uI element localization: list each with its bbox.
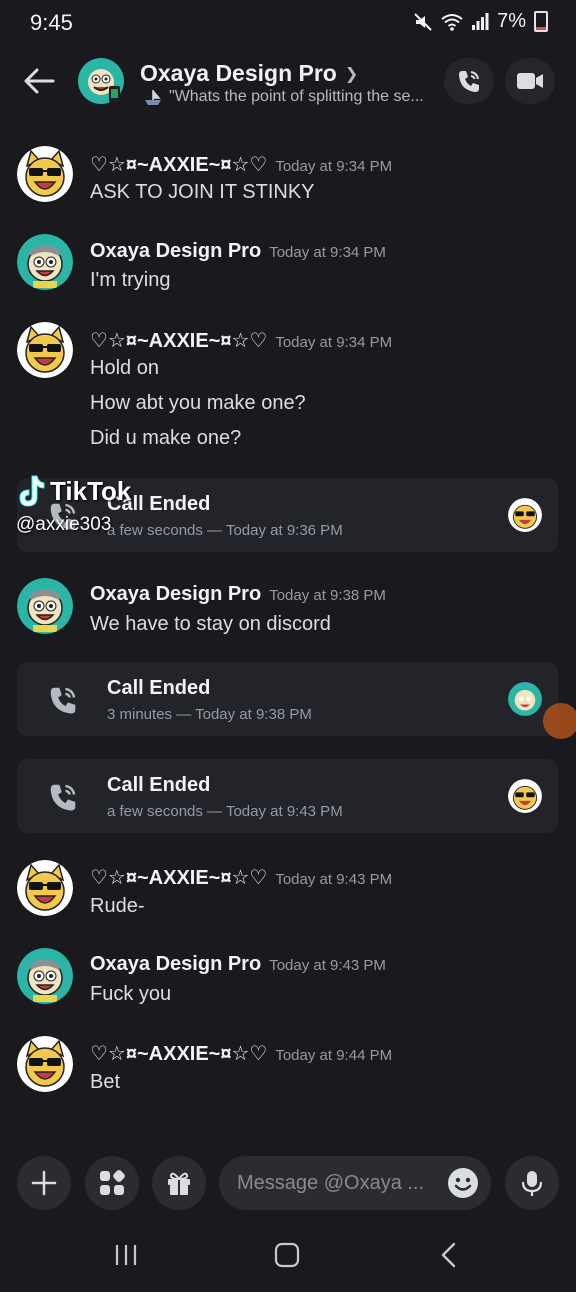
system-nav-bar: [0, 1226, 576, 1284]
call-ended-card[interactable]: Call Ended a few seconds — Today at 9:43…: [17, 759, 558, 833]
message-author-line: ♡☆¤~AXXIE~¤☆♡ Today at 9:43 PM: [90, 865, 392, 890]
phone-call-icon: [50, 784, 76, 811]
call-ended-card[interactable]: Call Ended 3 minutes — Today at 9:38 PM: [17, 662, 558, 736]
message-text: We have to stay on discord: [90, 613, 331, 635]
ship-emoji-icon: [145, 90, 161, 105]
author-name[interactable]: Oxaya Design Pro: [90, 240, 261, 262]
message-text: How abt you make one?: [90, 392, 306, 414]
author-name[interactable]: ♡☆¤~AXXIE~¤☆♡: [90, 867, 267, 889]
voice-call-button[interactable]: [444, 58, 494, 104]
message-author-line: Oxaya Design Pro Today at 9:38 PM: [90, 583, 386, 606]
call-title: Call Ended: [107, 774, 211, 796]
message-author-line: Oxaya Design Pro Today at 9:43 PM: [90, 953, 386, 976]
apps-icon: [100, 1170, 125, 1195]
phone-call-icon: [50, 687, 76, 714]
call-subtitle: a few seconds — Today at 9:43 PM: [107, 803, 343, 820]
apps-button[interactable]: [85, 1156, 139, 1210]
battery-icon: [534, 11, 548, 32]
tiktok-brand: TikTok: [50, 475, 132, 506]
avatar-oxaya[interactable]: [17, 234, 73, 290]
status-bar: 9:45 7%: [0, 0, 576, 44]
signal-icon: [472, 12, 489, 30]
tiktok-logo: TikTok: [16, 474, 131, 508]
custom-status: "Whats the point of splitting the se...: [143, 88, 424, 106]
tiktok-note-icon: [19, 475, 45, 507]
message-composer: [0, 1152, 576, 1212]
message-author-line: ♡☆¤~AXXIE~¤☆♡ Today at 9:34 PM: [90, 328, 392, 353]
message-timestamp: Today at 9:43 PM: [269, 957, 386, 974]
message-timestamp: Today at 9:34 PM: [275, 334, 393, 351]
message-text: Hold on: [90, 357, 159, 379]
call-subtitle: 3 minutes — Today at 9:38 PM: [107, 706, 312, 723]
header-title-row[interactable]: Oxaya Design Pro ❯: [140, 60, 358, 87]
avatar-oxaya[interactable]: [17, 578, 73, 634]
chevron-right-icon: ❯: [344, 65, 359, 83]
recent-apps-icon[interactable]: [114, 1243, 138, 1267]
author-name[interactable]: ♡☆¤~AXXIE~¤☆♡: [90, 1043, 267, 1065]
tiktok-watermark: TikTok @axxie303: [16, 474, 131, 536]
phone-icon: [459, 71, 479, 92]
message-text: I'm trying: [90, 269, 171, 291]
avatar-axxie[interactable]: [17, 146, 73, 202]
message-text: Did u make one?: [90, 427, 242, 449]
avatar-axxie: [508, 498, 542, 532]
avatar-axxie[interactable]: [17, 860, 73, 916]
dm-header: Oxaya Design Pro ❯ "Whats the point of s…: [0, 44, 576, 120]
video-camera-icon: [517, 73, 543, 89]
message-text: Bet: [90, 1071, 121, 1093]
avatar-axxie[interactable]: [17, 322, 73, 378]
gift-icon: [168, 1172, 190, 1195]
emoji-icon[interactable]: [446, 1166, 480, 1200]
back-arrow-icon[interactable]: [22, 66, 56, 96]
battery-percent: 7%: [497, 10, 526, 32]
call-title: Call Ended: [107, 677, 211, 699]
author-name[interactable]: ♡☆¤~AXXIE~¤☆♡: [90, 154, 267, 176]
back-nav-icon[interactable]: [438, 1242, 460, 1268]
message-timestamp: Today at 9:38 PM: [269, 587, 386, 604]
message-author-line: ♡☆¤~AXXIE~¤☆♡ Today at 9:44 PM: [90, 1041, 392, 1066]
plus-icon: [31, 1170, 57, 1196]
microphone-icon: [521, 1171, 543, 1196]
voice-message-button[interactable]: [505, 1156, 559, 1210]
message-text: ASK TO JOIN IT STINKY: [90, 181, 315, 203]
tiktok-handle: @axxie303: [16, 514, 112, 535]
status-time: 9:45: [30, 10, 73, 35]
video-call-button[interactable]: [505, 58, 555, 104]
message-author-line: Oxaya Design Pro Today at 9:34 PM: [90, 240, 386, 263]
mute-icon: [414, 12, 432, 31]
message-text: Fuck you: [90, 983, 172, 1005]
wifi-icon: [441, 13, 463, 31]
header-avatar[interactable]: [78, 58, 124, 104]
author-name[interactable]: ♡☆¤~AXXIE~¤☆♡: [90, 330, 267, 352]
custom-status-text: "Whats the point of splitting the se...: [169, 88, 424, 105]
header-title[interactable]: Oxaya Design Pro: [140, 60, 337, 87]
message-author-line: ♡☆¤~AXXIE~¤☆♡ Today at 9:34 PM: [90, 152, 392, 177]
author-name[interactable]: Oxaya Design Pro: [90, 953, 261, 975]
gift-button[interactable]: [152, 1156, 206, 1210]
avatar-oxaya[interactable]: [17, 948, 73, 1004]
avatar-axxie[interactable]: [17, 1036, 73, 1092]
message-text: Rude-: [90, 895, 145, 917]
message-timestamp: Today at 9:44 PM: [275, 1047, 393, 1064]
home-icon[interactable]: [274, 1242, 300, 1268]
message-timestamp: Today at 9:34 PM: [269, 244, 386, 261]
avatar-oxaya: [508, 682, 542, 716]
author-name[interactable]: Oxaya Design Pro: [90, 583, 261, 605]
avatar-axxie: [508, 779, 542, 813]
status-icons: 7%: [413, 10, 548, 33]
message-timestamp: Today at 9:34 PM: [275, 158, 393, 175]
call-subtitle: a few seconds — Today at 9:36 PM: [107, 522, 343, 539]
message-timestamp: Today at 9:43 PM: [275, 871, 393, 888]
add-attachment-button[interactable]: [17, 1156, 71, 1210]
recording-indicator: [543, 703, 576, 739]
